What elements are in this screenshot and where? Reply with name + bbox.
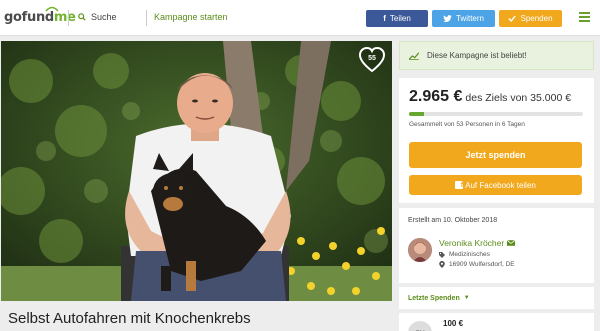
progress-bar: [409, 112, 583, 116]
donate-top-label: Spenden: [520, 14, 553, 23]
raised-amount: 2.965 €: [409, 88, 463, 105]
logo-leaf-icon: [45, 6, 59, 12]
donor-avatar: SH: [408, 321, 432, 331]
collected-text: Gesammelt von 53 Personen in 6 Tagen: [409, 121, 525, 128]
location-pin-icon: [439, 261, 445, 268]
caret-down-icon: ▼: [463, 295, 470, 301]
logo-go: go: [4, 10, 22, 25]
start-campaign-link[interactable]: Kampagne starten: [154, 12, 228, 22]
facebook-icon: f: [455, 181, 464, 189]
campaign-photo: [1, 41, 392, 301]
donation-goal-card: 2.965 € des Ziels von 35.000 € Gesammelt…: [399, 78, 594, 203]
top-bar: gofundme Suche Kampagne starten f Teilen…: [0, 0, 600, 36]
goal-text: des Ziels von 35.000 €: [465, 92, 572, 104]
organizer-avatar[interactable]: [408, 238, 432, 262]
amount-line: 2.965 € des Ziels von 35.000 €: [409, 88, 584, 106]
twitter-icon: [443, 15, 452, 22]
campaign-photo-image: [1, 41, 392, 301]
heart-count: 55: [368, 55, 376, 62]
facebook-share-label: Auf Facebook teilen: [465, 180, 536, 190]
check-icon: [508, 15, 517, 22]
donate-top-button[interactable]: Spenden: [499, 10, 562, 27]
search-link[interactable]: Suche: [78, 12, 117, 22]
organizer-name-link[interactable]: Veronika Kröcher: [439, 238, 516, 248]
facebook-icon: f: [383, 14, 386, 23]
recent-donations-toggle[interactable]: Letzte Spenden ▼: [399, 287, 594, 309]
envelope-icon[interactable]: [507, 240, 516, 246]
divider: [146, 10, 147, 26]
organizer-category-row: Medizinisches: [439, 251, 515, 258]
created-date: Erstellt am 10. Oktober 2018: [408, 217, 498, 224]
tweet-button[interactable]: Twittern: [432, 10, 495, 27]
search-label: Suche: [91, 12, 117, 22]
organizer-category: Medizinisches: [449, 251, 490, 258]
search-icon: [78, 13, 86, 21]
share-facebook-button[interactable]: f Teilen: [366, 10, 428, 27]
logo-me: me: [53, 10, 76, 25]
organizer-location-row: 16909 Wulfersdorf, DE: [439, 261, 515, 268]
organizer-row: Veronika Kröcher Medizinisches 16909 Wul…: [408, 238, 516, 268]
progress-fill: [409, 112, 424, 116]
donation-amount: 100 €: [443, 319, 464, 328]
donation-item: SH 100 €: [399, 313, 594, 331]
organizer-name: Veronika Kröcher: [439, 238, 505, 248]
donate-now-button[interactable]: Jetzt spenden: [409, 142, 582, 168]
tweet-label: Twittern: [455, 14, 484, 23]
popular-text: Diese Kampagne ist beliebt!: [427, 51, 527, 60]
campaign-title: Selbst Autofahren mit Knochenkrebs: [8, 310, 251, 327]
gofundme-logo[interactable]: gofundme: [4, 10, 76, 25]
recent-donations-label: Letzte Spenden: [408, 294, 460, 302]
hamburger-menu-icon[interactable]: [579, 12, 590, 23]
facebook-share-button[interactable]: f Auf Facebook teilen: [409, 175, 582, 195]
organizer-location: 16909 Wulfersdorf, DE: [449, 261, 515, 268]
share-label: Teilen: [389, 14, 411, 23]
trending-chart-icon: [409, 51, 419, 60]
organizer-card: Erstellt am 10. Oktober 2018 Veronika Kr…: [399, 208, 594, 283]
divider: [68, 10, 69, 26]
logo-fund: fund: [21, 10, 55, 25]
popular-banner: Diese Kampagne ist beliebt!: [399, 41, 594, 70]
tag-icon: [439, 251, 445, 258]
organizer-info: Veronika Kröcher Medizinisches 16909 Wul…: [439, 238, 516, 268]
